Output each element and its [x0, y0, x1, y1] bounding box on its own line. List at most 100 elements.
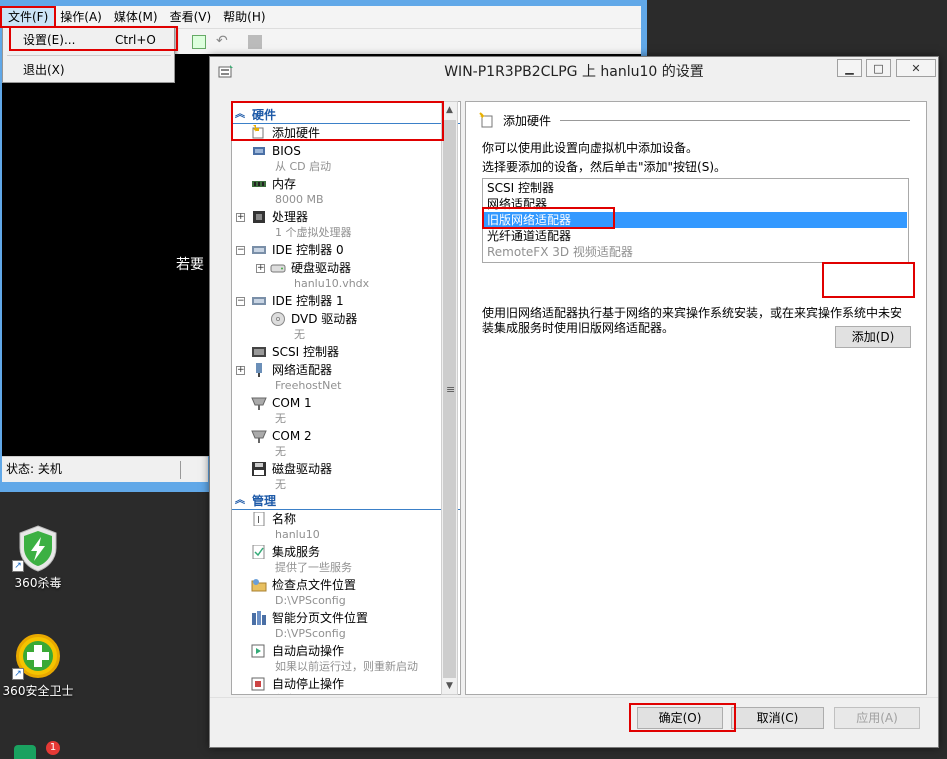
tree-item-label: SCSI 控制器 — [272, 345, 339, 359]
tree-item-label: 自动启动操作 — [272, 644, 345, 658]
splitter-grip-icon[interactable]: ≡ — [446, 384, 455, 395]
menu-view[interactable]: 查看(V) — [164, 7, 218, 27]
collapse-chevron-icon: ︽ — [235, 109, 245, 120]
scsi-controller-icon — [252, 347, 266, 357]
dialog-titlebar[interactable]: WIN-P1R3PB2CLPG 上 hanlu10 的设置 ▁ □ ✕ — [210, 57, 938, 87]
expand-icon[interactable]: + — [236, 213, 245, 222]
collapse-icon[interactable]: − — [236, 246, 245, 255]
integration-services-icon — [252, 545, 265, 559]
close-button[interactable]: ✕ — [896, 59, 936, 77]
svg-text:✦: ✦ — [252, 125, 259, 134]
ide-controller-icon — [252, 246, 266, 254]
tree-item-sub: D:\VPSconfig — [275, 594, 346, 607]
memory-icon — [252, 181, 266, 187]
svg-text:I: I — [257, 515, 260, 526]
tree-scrollbar[interactable]: ▲ ▼ — [441, 101, 458, 695]
tree-item-label: 检查点文件位置 — [272, 578, 357, 592]
auto-start-icon — [251, 644, 265, 658]
tree-item-sub: 如果以前运行过，则重新启动 — [275, 660, 418, 673]
dialog-footer-separator — [210, 697, 938, 698]
apply-button: 应用(A) — [834, 707, 920, 729]
tree-item-label: 添加硬件 — [272, 126, 321, 140]
snapshot-icon[interactable] — [248, 35, 262, 49]
settings-tree: ︽ 硬件 ✦ 添加硬件 BIOS 从 CD 启动 内存 8000 MB + 处理… — [231, 101, 461, 695]
desktop-icon-360-antivirus[interactable]: ↗ 360杀毒 — [0, 525, 78, 591]
expand-icon[interactable]: + — [256, 264, 265, 273]
ok-button[interactable]: 确定(O) — [637, 707, 723, 729]
serial-port-icon — [251, 430, 267, 443]
tree-item-label: 网络适配器 — [272, 363, 333, 377]
tree-section-hardware[interactable]: ︽ 硬件 — [232, 106, 460, 124]
scroll-up-icon[interactable]: ▲ — [442, 102, 457, 118]
add-hardware-panel: ✦ 添加硬件 你可以使用此设置向虚拟机中添加设备。 选择要添加的设备，然后单击"… — [465, 101, 927, 695]
vm-menubar: 文件(F) 操作(A) 媒体(M) 查看(V) 帮助(H) — [2, 6, 641, 28]
section-label: 管理 — [252, 494, 277, 508]
tree-item-label: DVD 驱动器 — [291, 312, 358, 326]
bios-chip-icon — [253, 147, 265, 155]
menu-media[interactable]: 媒体(M) — [108, 7, 164, 27]
desktop-icon-label: 360安全卫士 — [2, 684, 74, 698]
tree-item-label: 处理器 — [272, 210, 309, 224]
dvd-disc-icon — [271, 312, 285, 326]
device-option-remotefx: RemoteFX 3D 视频适配器 — [487, 245, 633, 259]
menu-separator — [7, 55, 171, 56]
shortcut-arrow-icon: ↗ — [12, 560, 24, 572]
tree-item-sub: 无 — [275, 445, 286, 458]
maximize-button[interactable]: □ — [866, 59, 891, 77]
tree-item-sub: hanlu10.vhdx — [294, 277, 370, 290]
tree-item-sub: 8000 MB — [275, 193, 324, 206]
minimize-button[interactable]: ▁ — [837, 59, 862, 77]
tree-item-label: 内存 — [272, 177, 297, 191]
menu-item-shortcut: Ctrl+O — [115, 33, 156, 47]
add-hardware-icon: ✦ — [479, 112, 493, 128]
vm-screen-message: 若要 — [176, 257, 204, 273]
revert-icon[interactable]: ↶ — [216, 33, 228, 49]
status-separator — [180, 461, 181, 479]
tree-item-label: 自动停止操作 — [272, 677, 345, 691]
smart-paging-icon — [252, 611, 266, 625]
collapse-icon[interactable]: − — [236, 297, 245, 306]
tree-item-label: 磁盘驱动器 — [272, 462, 333, 476]
device-option-scsi[interactable]: SCSI 控制器 — [484, 180, 907, 196]
hard-drive-icon — [270, 264, 286, 273]
tree-item-sub: FreehostNet — [275, 379, 342, 392]
device-option-fibre-channel[interactable]: 光纤通道适配器 — [484, 228, 907, 244]
menu-action[interactable]: 操作(A) — [54, 7, 108, 27]
vm-status-text: 状态: 关机 — [6, 462, 62, 476]
notification-badge: 1 — [46, 741, 60, 755]
device-description: 使用旧网络适配器执行基于网络的来宾操作系统安装，或在来宾操作系统中未安装集成服务… — [482, 306, 903, 335]
device-listbox[interactable]: SCSI 控制器 网络适配器 旧版网络适配器 光纤通道适配器 RemoteFX … — [482, 178, 909, 263]
menu-item-exit[interactable]: 退出(X) — [3, 59, 174, 81]
menu-file[interactable]: 文件(F) — [2, 7, 55, 27]
scroll-thumb[interactable] — [443, 120, 456, 678]
desktop-icon-label: 360杀毒 — [14, 576, 62, 590]
floppy-disk-icon — [252, 462, 266, 476]
desktop-icon-360-security[interactable]: ↗ 360安全卫士 — [0, 634, 78, 699]
tree-item-sub: 提供了一些服务 — [275, 561, 352, 574]
device-option-network-adapter[interactable]: 网络适配器 — [484, 196, 907, 212]
menu-item-settings[interactable]: 设置(E)... Ctrl+O — [3, 29, 174, 51]
tree-item-sub: 1 个虚拟处理器 — [275, 226, 352, 239]
name-tag-icon: I — [253, 512, 265, 526]
start-icon[interactable] — [192, 35, 206, 49]
tree-item-sub: 从 CD 启动 — [275, 160, 332, 173]
serial-port-icon — [251, 397, 267, 410]
svg-text:✦: ✦ — [479, 112, 486, 121]
scroll-down-icon[interactable]: ▼ — [442, 678, 457, 694]
menu-item-label: 退出(X) — [23, 63, 65, 77]
cancel-button[interactable]: 取消(C) — [731, 707, 824, 729]
processor-icon — [253, 211, 265, 223]
section-label: 硬件 — [252, 108, 277, 122]
tree-item-label: BIOS — [272, 144, 301, 158]
tree-section-management[interactable]: ︽ 管理 — [232, 492, 460, 510]
expand-icon[interactable]: + — [236, 366, 245, 375]
ide-controller-icon — [252, 297, 266, 305]
tree-item-sub: 保存 — [275, 693, 297, 694]
menu-help[interactable]: 帮助(H) — [217, 7, 271, 27]
app-icon[interactable]: 1 — [14, 741, 60, 759]
device-option-legacy-network-adapter[interactable]: 旧版网络适配器 — [484, 212, 907, 228]
tree-item-label: 集成服务 — [272, 545, 321, 559]
file-menu-dropdown: 设置(E)... Ctrl+O 退出(X) — [2, 26, 175, 83]
tree-item-label: IDE 控制器 0 — [272, 243, 344, 257]
tree-item-sub: 无 — [275, 478, 286, 491]
